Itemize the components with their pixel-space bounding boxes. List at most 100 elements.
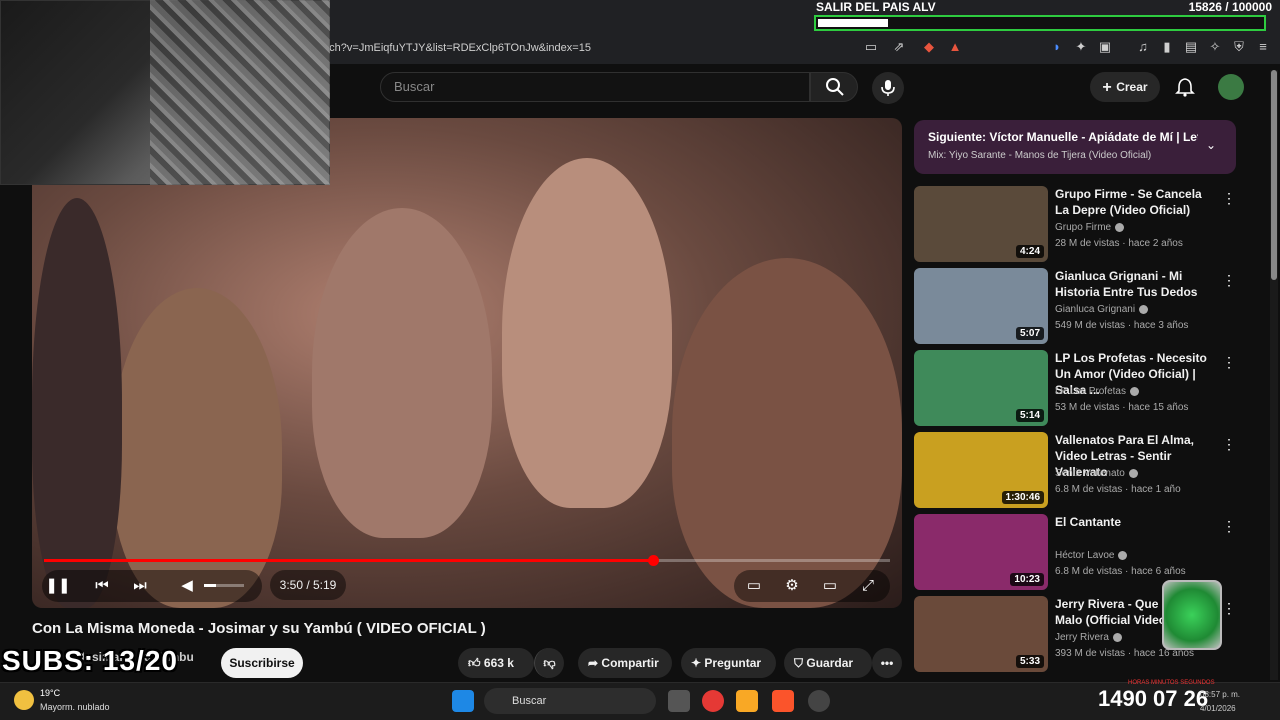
weather-description: Mayorm. nublado xyxy=(40,702,110,712)
account-avatar[interactable] xyxy=(1218,74,1244,100)
brave-browser-icon[interactable] xyxy=(772,690,794,712)
leo-icon[interactable]: ✧ xyxy=(1206,38,1224,56)
verified-icon xyxy=(1128,468,1138,478)
recommendation-thumbnail[interactable]: 5:07 xyxy=(914,268,1048,344)
screenshot-icon[interactable]: ▣ xyxy=(1096,38,1114,56)
share-label: Compartir xyxy=(601,656,659,670)
menu-icon[interactable]: ≡ xyxy=(1254,38,1272,56)
save-button[interactable]: ⛉ Guardar xyxy=(784,648,872,678)
subtitles-icon[interactable]: ▭ xyxy=(740,572,768,600)
recommendation-duration: 10:23 xyxy=(1010,573,1044,586)
recommendation-title[interactable]: Gianluca Grignani - Mi Historia Entre Tu… xyxy=(1055,268,1215,300)
address-bar[interactable]: atch?v=JmEiqfuYTJY&list=RDExClp6TOnJw&in… xyxy=(320,36,840,60)
ask-label: Preguntar xyxy=(704,656,762,670)
task-view-icon[interactable] xyxy=(668,690,690,712)
previous-icon[interactable]: ⏮ xyxy=(88,572,116,600)
obs-icon[interactable] xyxy=(808,690,830,712)
create-label: Crear xyxy=(1116,80,1148,94)
wallet-icon[interactable]: ▤ xyxy=(1182,38,1200,56)
notifications-bell-icon[interactable] xyxy=(1174,76,1196,98)
chrome-icon[interactable] xyxy=(702,690,724,712)
chevron-down-icon[interactable]: ⌄ xyxy=(1206,138,1222,154)
subscribe-button[interactable]: Suscribirse xyxy=(221,648,303,678)
theater-mode-icon[interactable]: ▭ xyxy=(816,572,844,600)
recommendation-channel[interactable]: Sentir Vallenato xyxy=(1055,468,1138,479)
recommendation-channel[interactable]: Héctor Lavoe xyxy=(1055,550,1128,561)
recommendation-item[interactable]: 1:30:46 Vallenatos Para El Alma, Video Le… xyxy=(914,432,1244,510)
recommendation-channel[interactable]: Jerry Rivera xyxy=(1055,632,1122,643)
recommendation-title[interactable]: El Cantante xyxy=(1055,514,1215,530)
system-clock-time: 08:57 p. m. xyxy=(1200,690,1241,699)
ask-button[interactable]: ✦ Preguntar xyxy=(681,648,776,678)
recommendation-thumbnail[interactable]: 5:14 xyxy=(914,350,1048,426)
recommendation-channel[interactable]: LP Los Profetas xyxy=(1055,386,1139,397)
volume-slider[interactable] xyxy=(204,584,244,587)
taskbar-search[interactable]: Buscar xyxy=(484,688,656,714)
stream-goal-title: SALIR DEL PAIS ALV xyxy=(816,0,936,14)
voice-search-button[interactable] xyxy=(872,72,904,104)
thumbs-up-icon: 👍︎ xyxy=(468,656,481,670)
settings-gear-icon[interactable]: ⚙ xyxy=(778,572,806,600)
volume-slider-fill xyxy=(204,584,216,587)
recommendation-item[interactable]: 4:24 Grupo Firme - Se Cancela La Depre (V… xyxy=(914,186,1244,264)
stream-goal-count: 15826 / 100000 xyxy=(1188,0,1272,14)
search-button[interactable] xyxy=(810,72,858,102)
volume-icon[interactable]: ◀ xyxy=(173,572,201,600)
brave-shield-icon[interactable]: ◆ xyxy=(920,38,938,56)
next-icon[interactable]: ⏭ xyxy=(126,572,154,600)
video-frame-person xyxy=(672,258,902,608)
recommendation-meta: 6.8 M de vistas · hace 6 años xyxy=(1055,566,1186,577)
next-up-panel[interactable] xyxy=(914,120,1236,174)
recommendation-thumbnail[interactable]: 1:30:46 xyxy=(914,432,1048,508)
more-vertical-icon[interactable]: ⋮ xyxy=(1222,518,1236,535)
recommendation-thumbnail[interactable]: 4:24 xyxy=(914,186,1048,262)
more-vertical-icon[interactable]: ⋮ xyxy=(1222,272,1236,289)
recommendation-channel[interactable]: Gianluca Grignani xyxy=(1055,304,1149,315)
recommendation-channel[interactable]: Grupo Firme xyxy=(1055,222,1125,233)
recommendation-channel-name: Gianluca Grignani xyxy=(1055,304,1136,315)
more-actions-button[interactable]: ••• xyxy=(872,648,902,678)
recommendation-meta: 549 M de vistas · hace 3 años xyxy=(1055,320,1189,331)
pause-icon[interactable]: ❚❚ xyxy=(44,572,72,600)
system-clock-date: 4/01/2026 xyxy=(1200,704,1236,713)
scrollbar-thumb[interactable] xyxy=(1271,70,1277,280)
scrollbar[interactable] xyxy=(1270,70,1278,680)
music-icon[interactable]: ♫ xyxy=(1134,38,1152,56)
vpn-icon[interactable]: ⛨ xyxy=(1230,38,1248,56)
cast-icon[interactable]: ▭ xyxy=(862,38,880,56)
video-player[interactable] xyxy=(32,118,902,608)
like-count: 663 k xyxy=(483,656,514,670)
more-vertical-icon[interactable]: ⋮ xyxy=(1222,354,1236,371)
audio-icon[interactable]: ◗ xyxy=(1048,38,1066,56)
verified-icon xyxy=(1118,550,1128,560)
dislike-button[interactable]: 👎︎ xyxy=(534,648,564,678)
recommendation-item[interactable]: 5:07 Gianluca Grignani - Mi Historia Entr… xyxy=(914,268,1244,346)
recommendation-title[interactable]: Grupo Firme - Se Cancela La Depre (Video… xyxy=(1055,186,1215,218)
windows-start-icon[interactable] xyxy=(452,690,474,712)
more-vertical-icon[interactable]: ⋮ xyxy=(1222,436,1236,453)
recommendation-item[interactable]: 5:14 LP Los Profetas - Necesito Un Amor (… xyxy=(914,350,1244,428)
like-button[interactable]: 👍︎ 663 k xyxy=(458,648,534,678)
video-frame-person xyxy=(502,158,672,508)
extensions-icon[interactable]: ✦ xyxy=(1072,38,1090,56)
recommendation-thumbnail[interactable]: 5:33 xyxy=(914,596,1048,672)
search-input[interactable]: Buscar xyxy=(380,72,810,102)
weather-icon[interactable] xyxy=(14,690,34,710)
video-progress-bar[interactable] xyxy=(44,555,890,566)
more-vertical-icon[interactable]: ⋮ xyxy=(1222,190,1236,207)
sidebar-icon[interactable]: ▮ xyxy=(1158,38,1176,56)
share-button[interactable]: ➦ Compartir xyxy=(578,648,672,678)
recommendation-thumbnail[interactable]: 10:23 xyxy=(914,514,1048,590)
recommendation-duration: 5:14 xyxy=(1015,409,1044,422)
verified-icon xyxy=(1129,386,1139,396)
create-button[interactable]: + Crear xyxy=(1090,72,1160,102)
more-vertical-icon[interactable]: ⋮ xyxy=(1222,600,1236,617)
next-up-title: Siguiente: Víctor Manuelle - Apiádate de… xyxy=(928,130,1198,144)
share-page-icon[interactable]: ⇗ xyxy=(890,38,908,56)
fullscreen-icon[interactable]: ⤢ xyxy=(854,572,882,600)
file-explorer-icon[interactable] xyxy=(736,690,758,712)
brave-rewards-icon[interactable]: ▲ xyxy=(946,38,964,56)
microphone-icon xyxy=(881,80,895,96)
recommendation-meta: 6.8 M de vistas · hace 1 año xyxy=(1055,484,1181,495)
more-horizontal-icon: ••• xyxy=(880,656,894,670)
